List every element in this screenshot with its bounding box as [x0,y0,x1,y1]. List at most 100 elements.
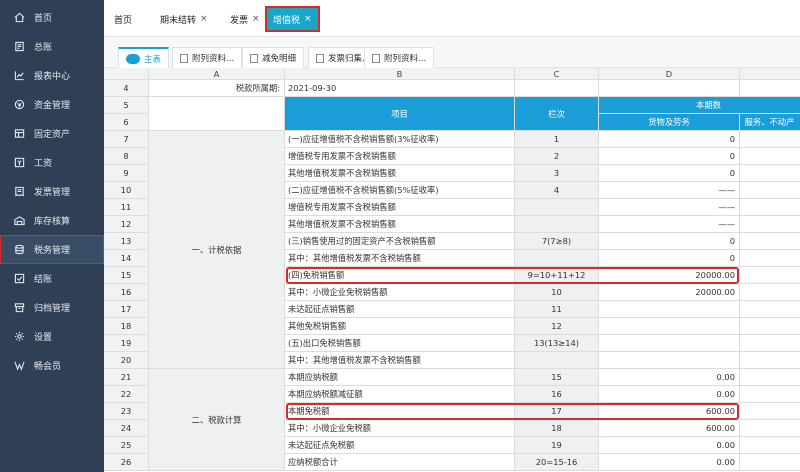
column-header[interactable]: D [599,68,740,80]
cell[interactable] [740,250,800,267]
cell[interactable] [740,267,800,284]
header-column-no: 栏次 [515,97,599,131]
value-cell[interactable]: —— [599,182,740,199]
cell[interactable] [740,335,800,352]
value-cell[interactable] [599,335,740,352]
value-cell[interactable]: 0.00 [599,437,740,454]
document-icon [126,53,140,64]
sidebar-item[interactable]: 总账 [0,32,104,61]
item-cell: (一)应征增值税不含税销售额(3%征收率) [285,131,515,148]
sidebar-item[interactable]: 设置 [0,322,104,351]
item-cell: 本期应纳税额 [285,369,515,386]
sidebar-item[interactable]: 归档管理 [0,293,104,322]
cell[interactable] [740,233,800,250]
cell[interactable] [740,216,800,233]
cell[interactable] [740,454,800,471]
cell[interactable] [740,437,800,454]
sheet-tab-label: 减免明细 [262,54,297,64]
value-cell[interactable] [599,318,740,335]
cell[interactable] [740,420,800,437]
sidebar-item[interactable]: 畅会员 [0,351,104,380]
sheet-tab[interactable]: 附列资料... [172,47,243,68]
section-tax-calc: 二、税款计算 [149,369,285,471]
column-no-cell: 16 [515,386,599,403]
value-cell[interactable]: 0 [599,131,740,148]
value-cell[interactable]: 0.00 [599,369,740,386]
header-goods-labor: 货物及劳务 [599,114,740,131]
cell[interactable] [740,386,800,403]
cell[interactable] [740,165,800,182]
value-cell[interactable] [599,352,740,369]
sidebar-item[interactable]: 结账 [0,264,104,293]
row-number: 5 [104,97,149,114]
value-cell[interactable] [599,301,740,318]
sidebar-item[interactable]: 工资 [0,148,104,177]
column-header[interactable]: A [149,68,285,80]
cell[interactable] [740,148,800,165]
row-number: 12 [104,216,149,233]
cell[interactable] [740,403,800,420]
column-no-cell: 10 [515,284,599,301]
column-no-cell: 20=15-16 [515,454,599,471]
cell[interactable] [740,352,800,369]
column-no-cell [515,199,599,216]
value-cell[interactable]: 0 [599,233,740,250]
sidebar-item[interactable]: 资金管理 [0,90,104,119]
sidebar-item[interactable]: 首页 [0,3,104,32]
row-number: 16 [104,284,149,301]
cell[interactable] [740,301,800,318]
tab[interactable]: 首页 [114,6,132,32]
document-icon [316,53,324,63]
column-no-cell [515,352,599,369]
value-cell[interactable]: 600.00 [599,403,740,420]
sidebar: 首页 总账 报表中心 资金管理 固定资产工资发票管理 库存核算 税务管理 结账 归档管理 设置 畅会… [0,0,104,472]
sheet-tab[interactable]: 减免明细 [242,47,305,68]
chart-icon [13,70,25,82]
tab[interactable]: 期末结转 × [160,6,208,32]
row-number: 26 [104,454,149,471]
value-cell[interactable]: 0 [599,148,740,165]
item-cell: 未达起征点免税额 [285,437,515,454]
column-header[interactable]: C [515,68,599,80]
item-cell: 其中：其他增值税发票不含税销售额 [285,250,515,267]
close-icon[interactable]: × [304,14,312,24]
sidebar-item[interactable]: 固定资产 [0,119,104,148]
cell[interactable] [740,182,800,199]
sidebar-item[interactable]: 税务管理 [0,235,104,264]
item-cell: (三)销售使用过的固定资产不含税销售额 [285,233,515,250]
value-cell[interactable]: 0.00 [599,386,740,403]
cell[interactable] [740,131,800,148]
cell[interactable] [740,318,800,335]
row-number: 4 [104,80,149,97]
tab[interactable]: 增值税 × [265,6,320,32]
column-no-cell: 13(13≥14) [515,335,599,352]
value-cell[interactable]: 20000.00 [599,267,740,284]
sheet-tab[interactable]: 主表 [118,47,170,68]
cell[interactable] [740,369,800,386]
sidebar-item[interactable]: 库存核算 [0,206,104,235]
tab[interactable]: 发票 × [230,6,260,32]
column-header[interactable]: B [285,68,515,80]
value-cell[interactable]: 0.00 [599,454,740,471]
value-cell[interactable]: 20000.00 [599,284,740,301]
cell[interactable] [740,199,800,216]
value-cell[interactable]: —— [599,216,740,233]
spreadsheet: A B C D 4 税款所属期: 2021-09-30 5 6 项目 栏次 本期数 货物及劳务 服务、不动… [104,68,800,472]
item-cell: 其中：其他增值税发票不含税销售额 [285,352,515,369]
sidebar-item[interactable]: 发票管理 [0,177,104,206]
sheet-tab[interactable]: 附列资料... [364,47,435,68]
header-services-label: 服务、不动产 [744,117,795,127]
period-value: 2021-09-30 [285,80,515,97]
value-cell[interactable]: 600.00 [599,420,740,437]
sidebar-item[interactable]: 报表中心 [0,61,104,90]
row-number: 20 [104,352,149,369]
home-icon [13,12,25,24]
close-icon[interactable]: × [252,14,260,24]
value-cell[interactable]: 0 [599,165,740,182]
row-number: 17 [104,301,149,318]
sidebar-item-label: 工资 [34,159,53,169]
value-cell[interactable]: 0 [599,250,740,267]
cell[interactable] [740,284,800,301]
value-cell[interactable]: —— [599,199,740,216]
close-icon[interactable]: × [200,14,208,24]
